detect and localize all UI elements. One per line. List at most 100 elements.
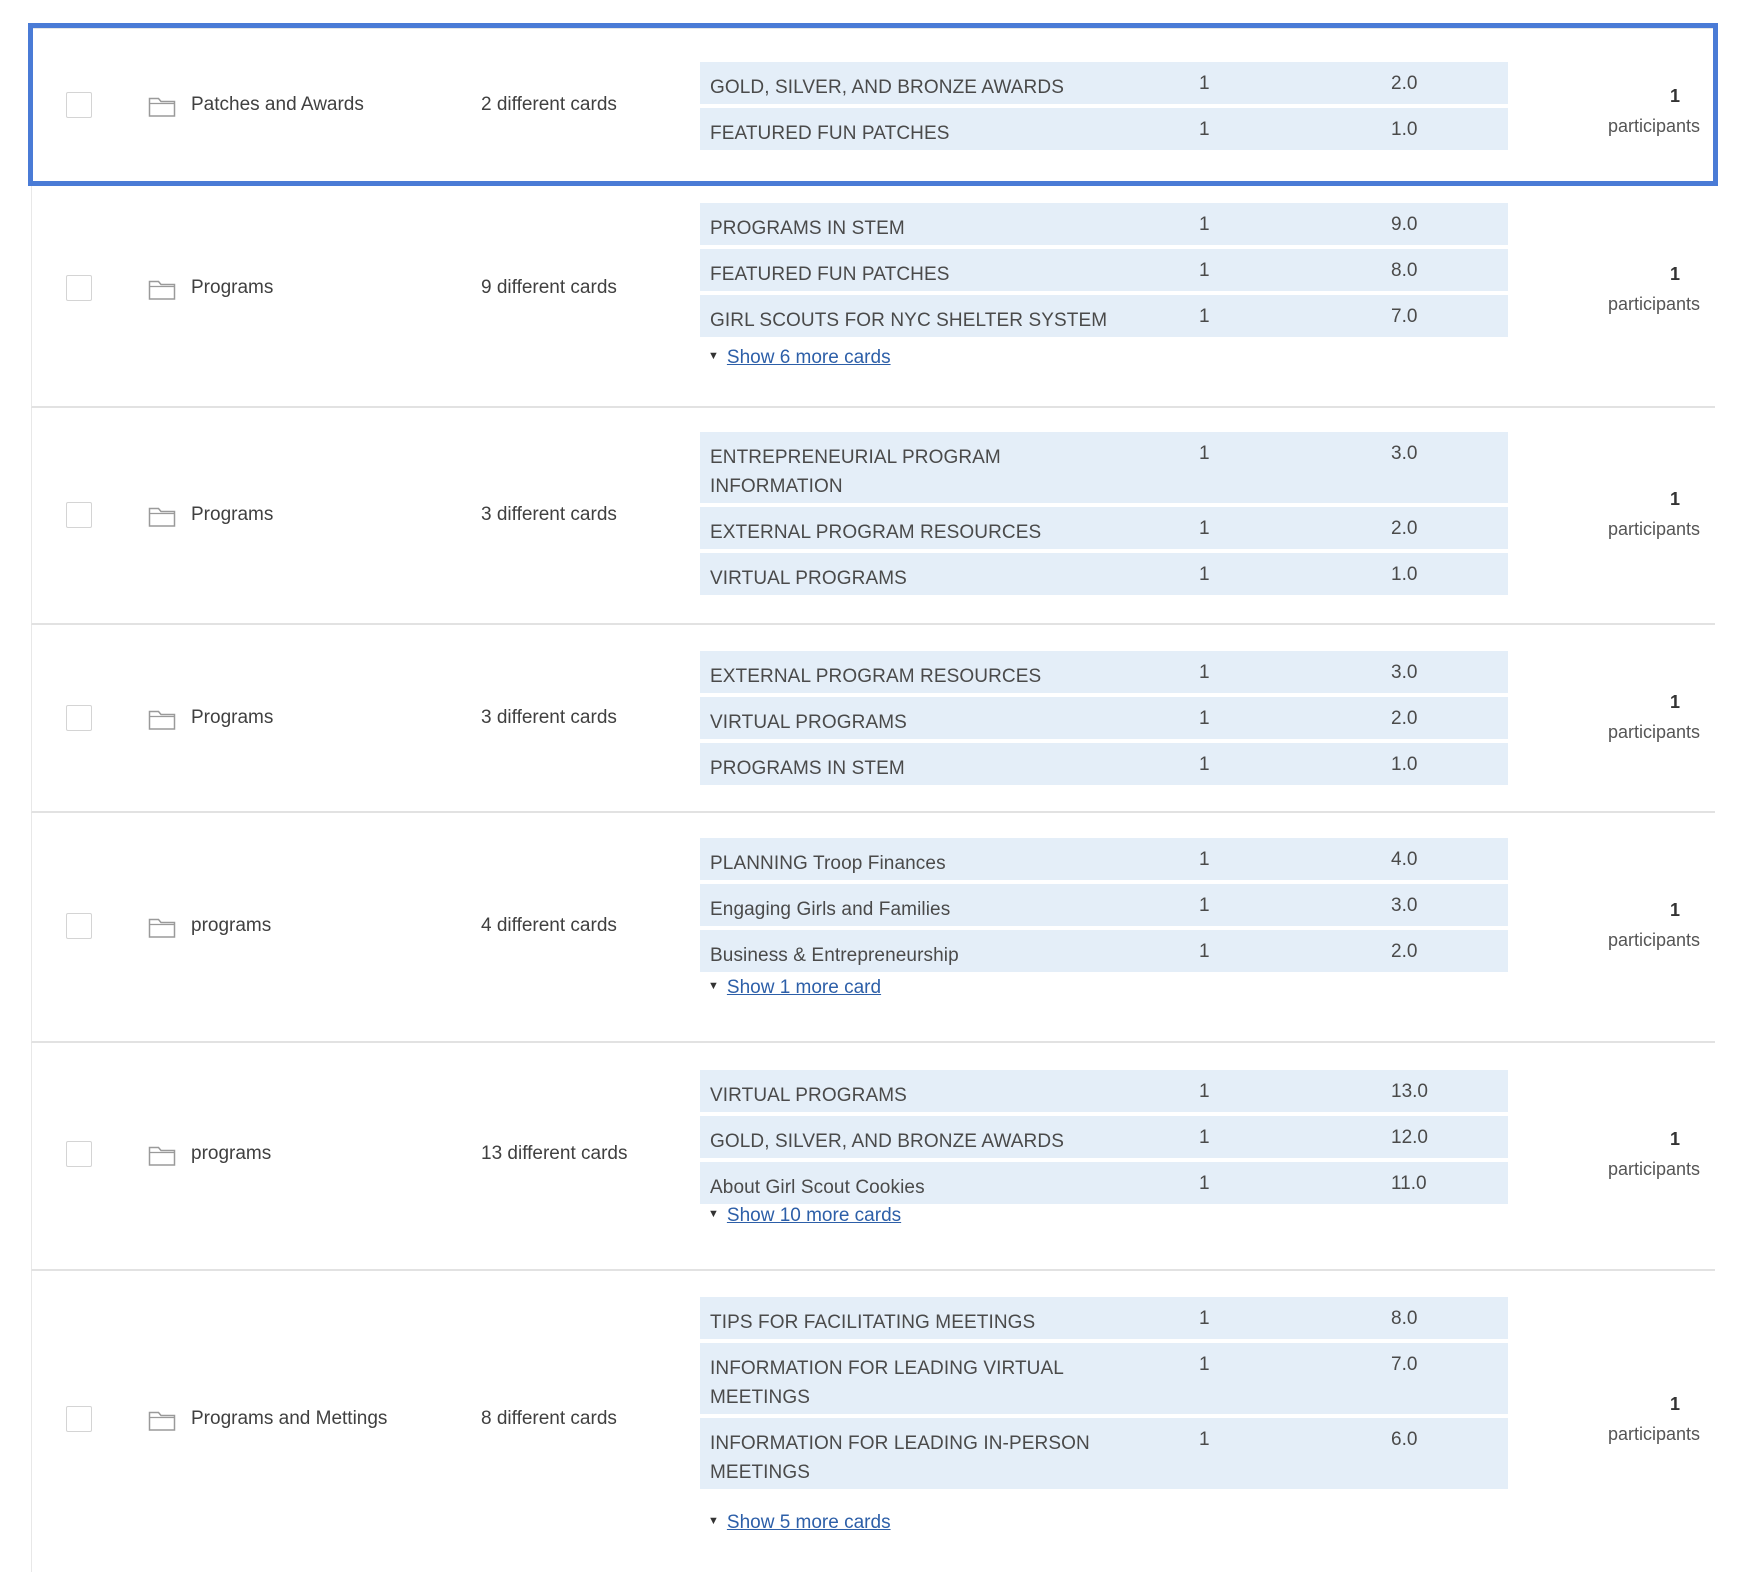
participants-count: 1 bbox=[1669, 1129, 1680, 1149]
participants-label: participants bbox=[1607, 519, 1700, 539]
card-title: VIRTUAL PROGRAMS bbox=[710, 568, 907, 589]
participants-label: participants bbox=[1607, 1424, 1700, 1444]
category-name: Programs bbox=[191, 707, 274, 728]
show-more-cards-link[interactable]: ▼ Show 10 more cards bbox=[708, 1205, 901, 1227]
folder-icon bbox=[148, 94, 176, 118]
card-item: PROGRAMS IN STEM 1 9.0 bbox=[700, 203, 1508, 245]
card-title: EXTERNAL PROGRAM RESOURCES bbox=[710, 666, 1042, 687]
card-list: ENTREPRENEURIAL PROGRAM INFORMATION 1 3.0 E… bbox=[700, 432, 1508, 599]
card-count-value: 1 bbox=[1199, 260, 1210, 281]
card-title: TIPS FOR FACILITATING MEETINGS bbox=[710, 1312, 1036, 1333]
folder-icon bbox=[148, 277, 176, 301]
card-item: INFORMATION FOR LEADING VIRTUAL MEETINGS… bbox=[700, 1343, 1508, 1414]
caret-down-icon: ▼ bbox=[708, 1514, 719, 1527]
card-count: 13 different cards bbox=[481, 1143, 628, 1164]
category-name: programs bbox=[191, 915, 272, 936]
row-checkbox[interactable] bbox=[66, 1406, 92, 1432]
row-checkbox[interactable] bbox=[66, 913, 92, 939]
card-title: EXTERNAL PROGRAM RESOURCES bbox=[710, 522, 1042, 543]
card-item: GIRL SCOUTS FOR NYC SHELTER SYSTEM 1 7.0 bbox=[700, 295, 1508, 337]
category-name: Programs bbox=[191, 504, 274, 525]
card-score-value: 2.0 bbox=[1391, 708, 1418, 729]
card-count-value: 1 bbox=[1199, 754, 1210, 775]
show-more-cards-link[interactable]: ▼ Show 1 more card bbox=[708, 977, 881, 999]
category-name: Programs bbox=[191, 277, 274, 298]
card-score-value: 1.0 bbox=[1391, 754, 1418, 775]
card-score-value: 8.0 bbox=[1391, 1308, 1418, 1329]
category-name: Programs and Mettings bbox=[191, 1408, 388, 1429]
row-checkbox[interactable] bbox=[66, 705, 92, 731]
card-item: GOLD, SILVER, AND BRONZE AWARDS 1 12.0 bbox=[700, 1116, 1508, 1158]
caret-down-icon: ▼ bbox=[708, 1207, 719, 1220]
card-score-value: 4.0 bbox=[1391, 849, 1418, 870]
participants: 1 participants bbox=[1553, 1124, 1703, 1184]
card-score-value: 7.0 bbox=[1391, 1354, 1418, 1375]
card-count: 9 different cards bbox=[481, 277, 617, 298]
show-more-label[interactable]: Show 5 more cards bbox=[727, 1512, 891, 1533]
row-checkbox[interactable] bbox=[66, 502, 92, 528]
folder-icon bbox=[148, 504, 176, 528]
card-count-value: 1 bbox=[1199, 1081, 1210, 1102]
card-title: FEATURED FUN PATCHES bbox=[710, 123, 950, 144]
card-count-value: 1 bbox=[1199, 564, 1210, 585]
card-item: GOLD, SILVER, AND BRONZE AWARDS 1 2.0 bbox=[700, 62, 1508, 104]
category-name: programs bbox=[191, 1143, 272, 1164]
card-title: GIRL SCOUTS FOR NYC SHELTER SYSTEM bbox=[710, 310, 1108, 331]
row-checkbox[interactable] bbox=[66, 275, 92, 301]
card-score-value: 2.0 bbox=[1391, 941, 1418, 962]
show-more-label[interactable]: Show 1 more card bbox=[727, 977, 881, 998]
category-name: Patches and Awards bbox=[191, 94, 364, 115]
card-item: Engaging Girls and Families 1 3.0 bbox=[700, 884, 1508, 926]
card-item: INFORMATION FOR LEADING IN-PERSON MEETIN… bbox=[700, 1418, 1508, 1489]
card-list: EXTERNAL PROGRAM RESOURCES 1 3.0 VIRTUAL PR… bbox=[700, 651, 1508, 789]
card-count-value: 1 bbox=[1199, 1173, 1210, 1194]
card-title: INFORMATION FOR LEADING IN-PERSON MEETIN… bbox=[710, 1433, 1090, 1483]
folder-icon bbox=[148, 1143, 176, 1167]
card-count-value: 1 bbox=[1199, 306, 1210, 327]
participants: 1 participants bbox=[1553, 895, 1703, 955]
show-more-label[interactable]: Show 10 more cards bbox=[727, 1205, 901, 1226]
participants-label: participants bbox=[1607, 930, 1700, 950]
card-item: About Girl Scout Cookies 1 11.0 bbox=[700, 1162, 1508, 1204]
card-count-value: 1 bbox=[1199, 1429, 1210, 1450]
card-score-value: 3.0 bbox=[1391, 443, 1418, 464]
card-title: INFORMATION FOR LEADING VIRTUAL MEETINGS bbox=[710, 1358, 1064, 1408]
show-more-label[interactable]: Show 6 more cards bbox=[727, 347, 891, 368]
result-row: programs 4 different cards PLANNING Troop … bbox=[31, 813, 1715, 1043]
participants: 1 participants bbox=[1553, 484, 1703, 544]
card-count-value: 1 bbox=[1199, 941, 1210, 962]
result-row: programs 13 different cards VIRTUAL PROGRA… bbox=[31, 1043, 1715, 1271]
card-item: FEATURED FUN PATCHES 1 8.0 bbox=[700, 249, 1508, 291]
card-count-value: 1 bbox=[1199, 214, 1210, 235]
participants-count: 1 bbox=[1669, 900, 1680, 920]
show-more-cards-link[interactable]: ▼ Show 5 more cards bbox=[708, 1512, 891, 1534]
card-item: PLANNING Troop Finances 1 4.0 bbox=[700, 838, 1508, 880]
caret-down-icon: ▼ bbox=[708, 979, 719, 992]
result-row: Programs 9 different cards PROGRAMS IN STE… bbox=[31, 184, 1715, 408]
card-item: EXTERNAL PROGRAM RESOURCES 1 2.0 bbox=[700, 507, 1508, 549]
card-title: ENTREPRENEURIAL PROGRAM INFORMATION bbox=[710, 447, 1001, 497]
row-checkbox[interactable] bbox=[66, 1141, 92, 1167]
card-item: Business & Entrepreneurship 1 2.0 bbox=[700, 930, 1508, 972]
card-score-value: 9.0 bbox=[1391, 214, 1418, 235]
card-score-value: 1.0 bbox=[1391, 564, 1418, 585]
card-title: VIRTUAL PROGRAMS bbox=[710, 712, 907, 733]
card-title: Business & Entrepreneurship bbox=[710, 945, 959, 966]
result-row: Programs and Mettings 8 different cards TI… bbox=[31, 1271, 1715, 1572]
card-score-value: 13.0 bbox=[1391, 1081, 1428, 1102]
show-more-cards-link[interactable]: ▼ Show 6 more cards bbox=[708, 347, 891, 369]
card-title: PROGRAMS IN STEM bbox=[710, 758, 905, 779]
folder-icon bbox=[148, 1408, 176, 1432]
card-count-value: 1 bbox=[1199, 1354, 1210, 1375]
card-count-value: 1 bbox=[1199, 73, 1210, 94]
card-score-value: 11.0 bbox=[1391, 1173, 1427, 1194]
card-count-value: 1 bbox=[1199, 1127, 1210, 1148]
row-checkbox[interactable] bbox=[66, 92, 92, 118]
card-score-value: 6.0 bbox=[1391, 1429, 1418, 1450]
card-count-value: 1 bbox=[1199, 443, 1210, 464]
card-count-value: 1 bbox=[1199, 518, 1210, 539]
card-item: PROGRAMS IN STEM 1 1.0 bbox=[700, 743, 1508, 785]
card-list: VIRTUAL PROGRAMS 1 13.0 GOLD, SILVER, AND B… bbox=[700, 1070, 1508, 1208]
card-score-value: 2.0 bbox=[1391, 73, 1418, 94]
caret-down-icon: ▼ bbox=[708, 349, 719, 362]
